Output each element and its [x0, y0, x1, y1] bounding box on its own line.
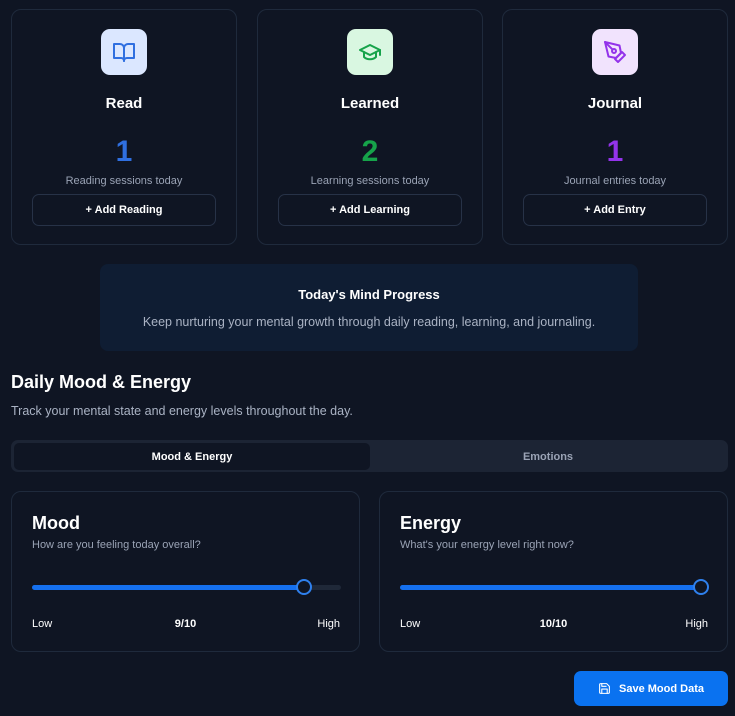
journal-icon-box	[592, 29, 638, 75]
mind-progress-title: Today's Mind Progress	[298, 287, 440, 302]
journal-card-title: Journal	[587, 95, 643, 112]
read-icon-box	[101, 29, 147, 75]
mood-slider-fill	[32, 585, 304, 590]
tab-emotions[interactable]: Emotions	[370, 443, 726, 470]
journal-card-subtitle: Journal entries today	[563, 175, 667, 187]
learned-count: 2	[361, 135, 379, 168]
save-icon	[599, 683, 610, 694]
mood-section-title: Daily Mood & Energy	[11, 372, 192, 392]
pen-tool-icon	[604, 41, 626, 63]
energy-high-label: High	[685, 618, 708, 630]
energy-slider-thumb[interactable]	[693, 579, 709, 595]
mind-progress-banner: Today's Mind Progress Keep nurturing you…	[100, 264, 638, 351]
energy-value: 10/10	[539, 618, 568, 630]
save-mood-label: Save Mood Data	[619, 682, 704, 695]
energy-slider-fill	[400, 585, 701, 590]
mood-slider-thumb[interactable]	[295, 579, 312, 595]
read-count: 1	[115, 135, 133, 168]
add-learning-button[interactable]: + Add Learning	[278, 194, 462, 226]
mood-high-label: High	[317, 618, 340, 630]
graduation-cap-icon	[359, 44, 381, 61]
save-mood-button[interactable]: Save Mood Data	[574, 671, 728, 706]
read-card-title: Read	[105, 95, 143, 112]
mind-progress-text: Keep nurturing your mental growth throug…	[142, 315, 596, 329]
energy-title: Energy	[400, 513, 462, 533]
add-entry-button[interactable]: + Add Entry	[523, 194, 707, 226]
journal-card: Journal 1 Journal entries today + Add En…	[502, 9, 728, 245]
journal-count: 1	[606, 135, 624, 168]
mood-tabs: Mood & Energy Emotions	[11, 440, 728, 472]
read-card: Read 1 Reading sessions today + Add Read…	[11, 9, 237, 245]
mood-section-subtitle: Track your mental state and energy level…	[11, 404, 353, 418]
learned-card-title: Learned	[340, 95, 400, 112]
energy-description: What's your energy level right now?	[400, 539, 574, 551]
learned-icon-box	[347, 29, 393, 75]
read-card-subtitle: Reading sessions today	[65, 175, 183, 187]
mood-description: How are you feeling today overall?	[32, 539, 201, 551]
learned-card: Learned 2 Learning sessions today + Add …	[257, 9, 483, 245]
mood-title: Mood	[32, 513, 80, 533]
mood-card: Mood How are you feeling today overall? …	[11, 491, 360, 652]
add-reading-button[interactable]: + Add Reading	[32, 194, 216, 226]
book-open-icon	[113, 43, 135, 62]
mood-value: 9/10	[174, 618, 197, 630]
energy-card: Energy What's your energy level right no…	[379, 491, 728, 652]
mood-slider-track[interactable]	[32, 579, 341, 595]
tab-mood-energy[interactable]: Mood & Energy	[14, 443, 370, 470]
energy-slider-track[interactable]	[400, 579, 709, 595]
learned-card-subtitle: Learning sessions today	[310, 175, 430, 187]
